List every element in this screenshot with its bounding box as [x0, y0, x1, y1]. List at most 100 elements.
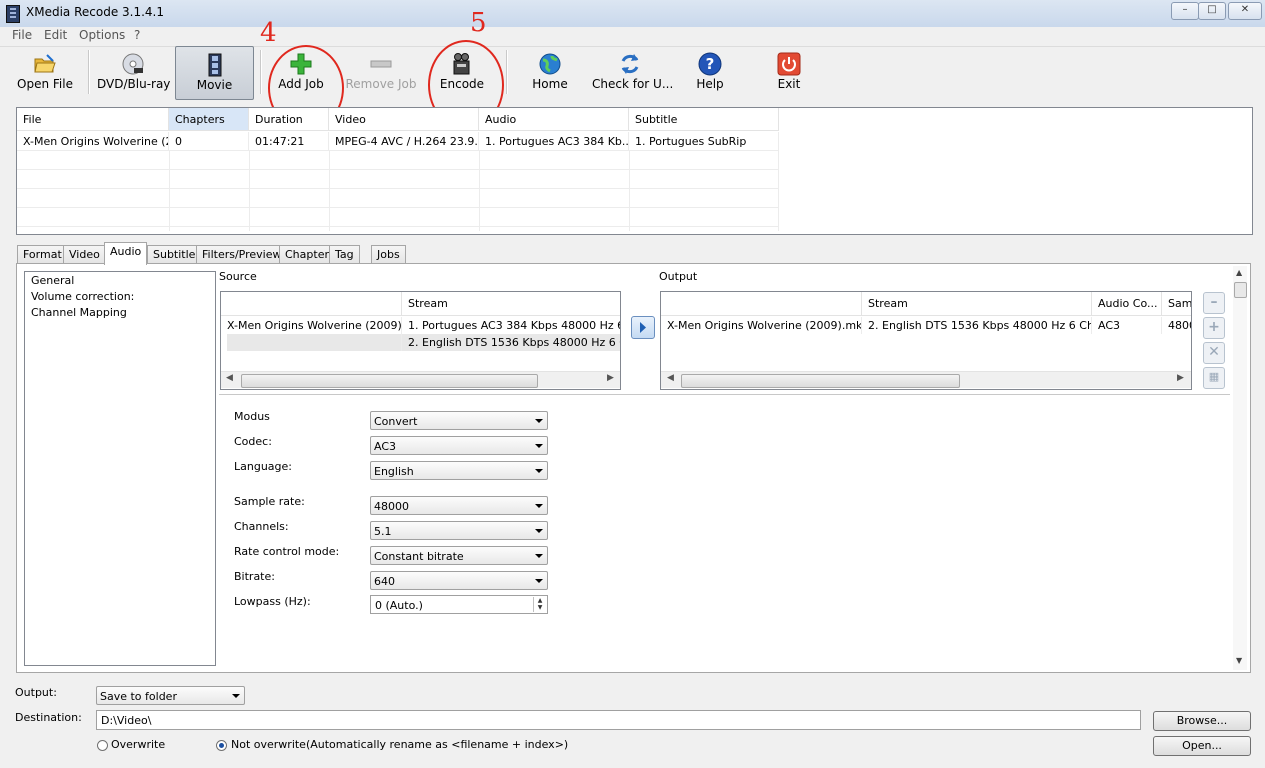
tab-format[interactable]: Format [17, 245, 68, 264]
disc-icon [122, 53, 144, 75]
remove-job-button[interactable]: Remove Job [345, 46, 417, 98]
scroll-thumb[interactable] [681, 374, 960, 388]
codec-value: AC3 [374, 440, 397, 453]
source-file[interactable]: X-Men Origins Wolverine (2009).... [221, 317, 402, 334]
codec-select[interactable]: AC3 [370, 436, 548, 455]
header-video[interactable]: Video [329, 108, 479, 131]
output-stream-row[interactable]: X-Men Origins Wolverine (2009).mkv 2. En… [661, 317, 1191, 334]
output-horizontal-scrollbar[interactable]: ◀ ▶ [661, 371, 1191, 388]
tab-video[interactable]: Video [63, 245, 106, 264]
column-line [249, 151, 250, 231]
source-header-stream[interactable]: Stream [402, 292, 620, 316]
scroll-thumb[interactable] [241, 374, 538, 388]
scroll-thumb[interactable] [1234, 282, 1247, 298]
grid-icon: ▦ [1208, 370, 1220, 383]
open-folder-button[interactable]: Open... [1153, 736, 1251, 756]
chevron-up-icon[interactable]: ▲ [534, 597, 546, 604]
menu-file[interactable]: File [8, 28, 36, 42]
tab-audio[interactable]: Audio [104, 242, 148, 265]
scroll-right-icon[interactable]: ▶ [1177, 373, 1184, 383]
sample-rate-label: Sample rate: [234, 495, 305, 508]
nav-general[interactable]: General [31, 274, 74, 287]
stream-properties-button[interactable]: ▦ [1203, 367, 1225, 389]
overwrite-radio[interactable] [97, 740, 108, 751]
language-value: English [374, 465, 414, 478]
scroll-up-icon[interactable]: ▲ [1236, 268, 1242, 277]
help-button[interactable]: ? Help [688, 46, 732, 98]
bitrate-label: Bitrate: [234, 570, 275, 583]
scroll-down-icon[interactable]: ▼ [1236, 656, 1242, 665]
window-title: XMedia Recode 3.1.4.1 [26, 5, 164, 19]
panel-vertical-scrollbar[interactable]: ▲ ▼ [1233, 266, 1247, 670]
not-overwrite-radio[interactable] [216, 740, 227, 751]
annotation-number-five: 5 [470, 8, 487, 38]
sample-rate-select[interactable]: 48000 [370, 496, 548, 515]
source-header-file[interactable] [221, 292, 402, 316]
destination-field[interactable]: D:\Video\ [96, 710, 1141, 730]
lowpass-spinner[interactable]: 0 (Auto.) ▲ ▼ [370, 595, 548, 614]
output-mode-select[interactable]: Save to folder [96, 686, 245, 705]
open-file-button[interactable]: Open File [14, 46, 76, 98]
check-updates-button[interactable]: Check for U... [592, 46, 674, 98]
browse-button[interactable]: Browse... [1153, 711, 1251, 731]
output-header-sample[interactable]: Samp [1162, 292, 1191, 316]
cell-chapters: 0 [169, 132, 249, 151]
dvd-bluray-label: DVD/Blu-ray [97, 77, 171, 91]
rate-control-select[interactable]: Constant bitrate [370, 546, 548, 565]
menu-options[interactable]: Options [75, 28, 129, 42]
header-subtitle[interactable]: Subtitle [629, 108, 779, 131]
home-button[interactable]: Home [524, 46, 576, 98]
scroll-right-icon[interactable]: ▶ [607, 373, 614, 383]
menu-help[interactable]: ? [130, 28, 144, 42]
output-stream: 2. English DTS 1536 Kbps 48000 Hz 6 Chan… [862, 317, 1092, 334]
film-strip-icon [208, 53, 221, 77]
exit-button[interactable]: Exit [770, 46, 808, 98]
destination-label: Destination: [15, 711, 82, 724]
file-table: File Chapters Duration Video Audio Subti… [16, 107, 1253, 235]
close-icon[interactable]: ✕ [1228, 2, 1262, 20]
output-label: Output [659, 270, 698, 283]
chevron-down-icon[interactable]: ▼ [534, 604, 546, 611]
lowpass-value: 0 (Auto.) [375, 599, 423, 612]
header-audio[interactable]: Audio [479, 108, 629, 131]
source-file-highlight [227, 334, 402, 351]
header-chapters[interactable]: Chapters [169, 108, 249, 131]
channels-select[interactable]: 5.1 [370, 521, 548, 540]
spinner-arrows[interactable]: ▲ ▼ [533, 597, 546, 612]
language-select[interactable]: English [370, 461, 548, 480]
add-stream-side-button[interactable]: + [1203, 317, 1225, 339]
bitrate-select[interactable]: 640 [370, 571, 548, 590]
output-header-file[interactable] [661, 292, 862, 316]
movie-button[interactable]: Movie [175, 46, 254, 100]
maximize-icon[interactable]: □ [1198, 2, 1226, 20]
tab-chapter[interactable]: Chapter [279, 245, 335, 264]
add-stream-button[interactable] [631, 316, 655, 339]
dvd-bluray-button[interactable]: DVD/Blu-ray [97, 46, 171, 98]
modus-select[interactable]: Convert [370, 411, 548, 430]
output-header-audio-codec[interactable]: Audio Co... [1092, 292, 1162, 316]
tab-jobs[interactable]: Jobs [371, 245, 406, 264]
source-horizontal-scrollbar[interactable]: ◀ ▶ [221, 371, 620, 388]
output-file: X-Men Origins Wolverine (2009).mkv [661, 317, 862, 334]
output-header-stream[interactable]: Stream [862, 292, 1092, 316]
minimize-icon[interactable]: – [1171, 2, 1199, 20]
header-duration[interactable]: Duration [249, 108, 329, 131]
tab-tag[interactable]: Tag [329, 245, 360, 264]
menu-edit[interactable]: Edit [40, 28, 71, 42]
remove-stream-button[interactable]: – [1203, 292, 1225, 314]
source-stream-2[interactable]: 2. English DTS 1536 Kbps 48000 Hz 6 Chan… [402, 334, 620, 351]
tab-subtitle[interactable]: Subtitle [147, 245, 202, 264]
annotation-number-four: 4 [260, 18, 277, 48]
source-stream-1[interactable]: 1. Portugues AC3 384 Kbps 48000 Hz 6 Cha [402, 317, 620, 334]
scroll-left-icon[interactable]: ◀ [667, 373, 674, 383]
check-updates-label: Check for U... [592, 77, 674, 91]
header-file[interactable]: File [17, 108, 169, 131]
scroll-left-icon[interactable]: ◀ [226, 373, 233, 383]
nav-channel-mapping[interactable]: Channel Mapping [31, 306, 127, 319]
toolbar-separator [260, 50, 262, 94]
nav-volume-correction[interactable]: Volume correction: [31, 290, 134, 303]
delete-stream-button[interactable]: ✕ [1203, 342, 1225, 364]
tab-filters-preview[interactable]: Filters/Preview [196, 245, 288, 264]
table-row[interactable]: X-Men Origins Wolverine (2... 0 01:47:21… [17, 132, 779, 151]
globe-icon [539, 53, 561, 75]
